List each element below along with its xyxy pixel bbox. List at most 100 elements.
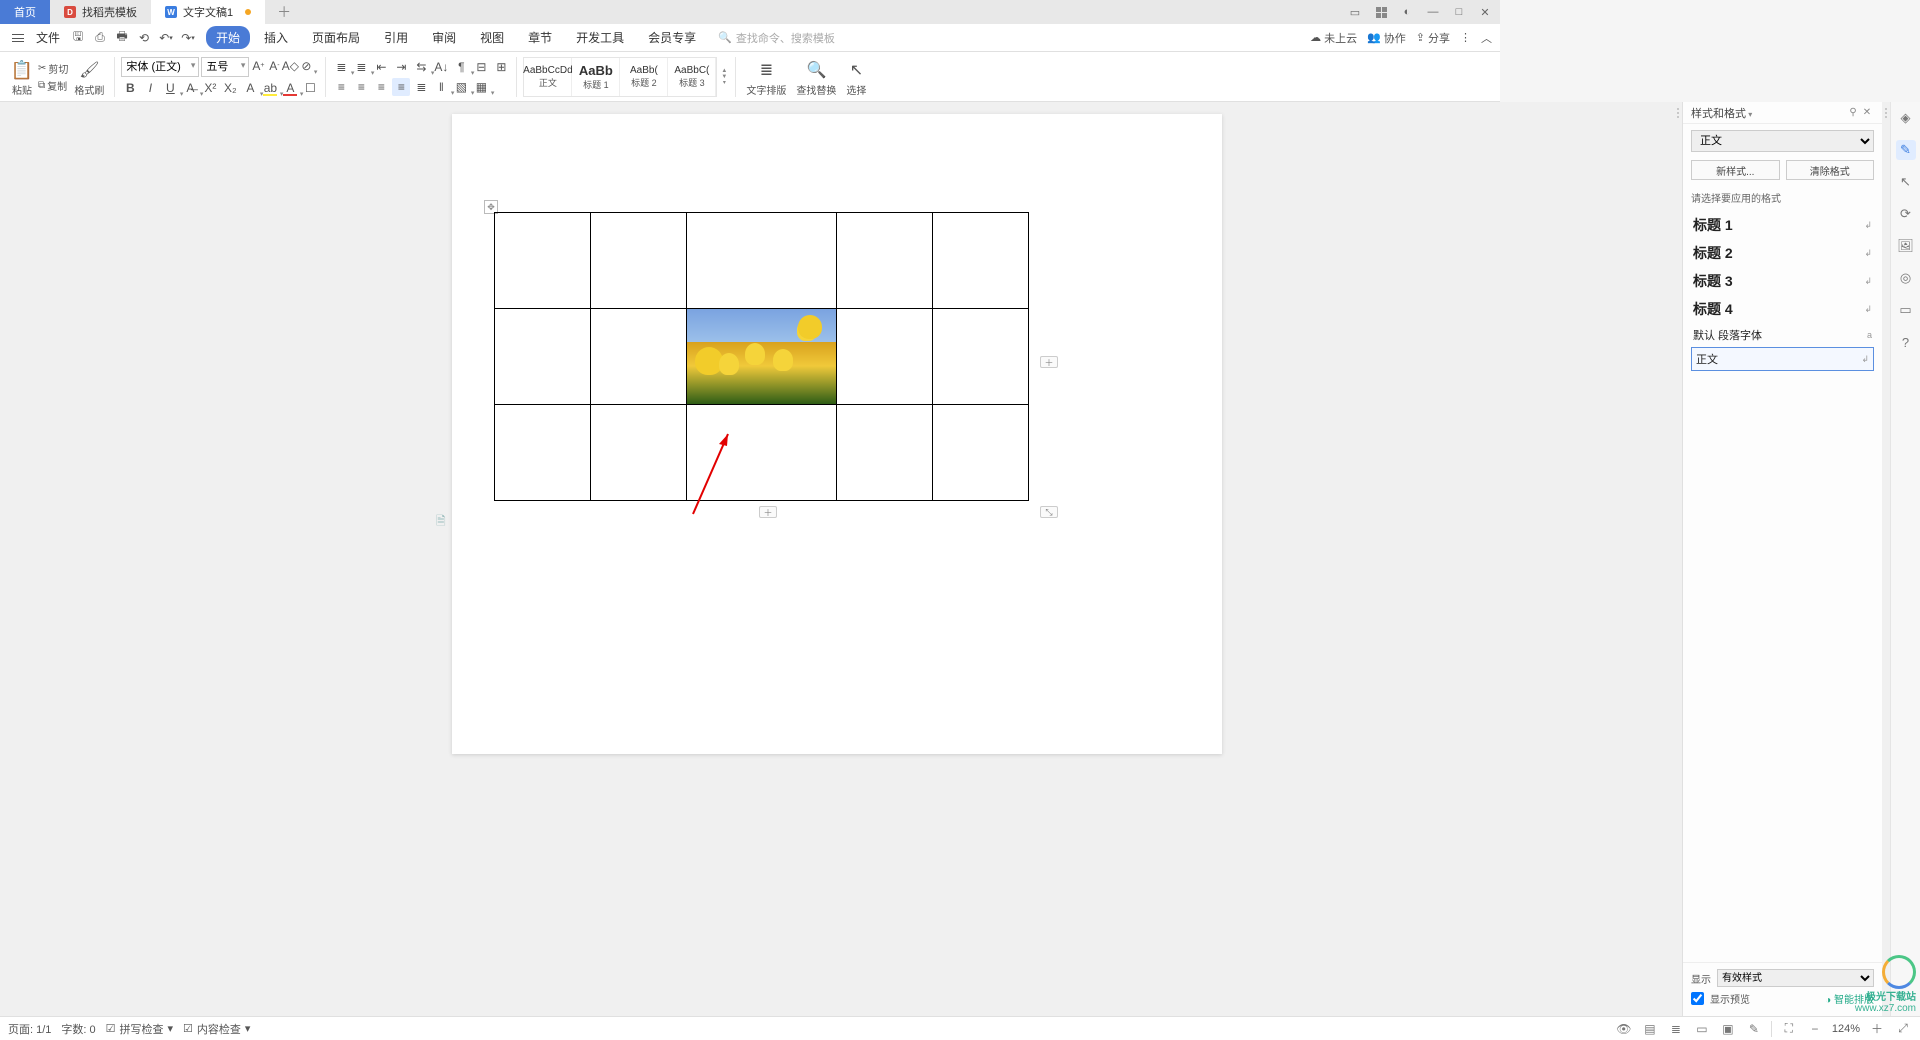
subscript-icon[interactable]: X₂ — [221, 79, 239, 97]
redo-icon[interactable]: ↷▾ — [178, 28, 198, 48]
menu-icon[interactable] — [8, 28, 28, 48]
undo-icon[interactable]: ↶▾ — [156, 28, 176, 48]
clear-format-icon[interactable]: A◇ — [283, 57, 297, 75]
tool-sync-icon[interactable]: ⟳ — [1896, 204, 1916, 224]
new-style-button[interactable]: 新样式... — [1691, 160, 1780, 180]
page-nav-icon[interactable]: 🗎 — [436, 512, 446, 533]
shrink-font-icon[interactable]: A- — [267, 57, 281, 75]
save-icon[interactable]: 🖫 — [68, 28, 88, 48]
layout-icon[interactable]: ▭ — [1346, 3, 1364, 21]
decrease-indent-icon[interactable]: ⇤ — [372, 58, 390, 76]
collapse-ribbon-icon[interactable]: ︿ — [1481, 30, 1492, 46]
ribbon-tab-references[interactable]: 引用 — [374, 26, 418, 49]
panel-drag-handle[interactable] — [1674, 102, 1682, 1016]
text-effects-icon[interactable]: A▾ — [241, 79, 259, 97]
strip-drag-handle[interactable] — [1882, 102, 1890, 1016]
ribbon-tab-view[interactable]: 视图 — [470, 26, 514, 49]
zoom-out-button[interactable]: − — [1806, 1020, 1824, 1038]
clear-format-button[interactable]: 清除格式 — [1786, 160, 1875, 180]
skin-icon[interactable]: ◐ — [1398, 3, 1416, 21]
view-draft-icon[interactable]: ✎ — [1745, 1020, 1763, 1038]
change-case-icon[interactable]: ⊘▾ — [299, 57, 313, 75]
align-justify-icon[interactable]: ≡ — [392, 78, 410, 96]
view-eye-icon[interactable]: 👁 — [1615, 1020, 1633, 1038]
char-border-icon[interactable]: ☐ — [301, 79, 319, 97]
status-spellcheck[interactable]: ☑ 拼写检查 ▾ — [106, 1021, 173, 1037]
grow-font-icon[interactable]: A+ — [251, 57, 265, 75]
paste-label[interactable]: 粘贴 — [12, 82, 32, 97]
copy-button[interactable]: ⧉ 复制 — [38, 78, 68, 93]
fit-icon[interactable]: ⛶ — [1780, 1020, 1798, 1038]
tool-clip-icon[interactable]: 🖼 — [1896, 236, 1916, 256]
status-contentcheck[interactable]: ☑ 内容检查 ▾ — [183, 1021, 250, 1037]
table-add-row-button[interactable]: ＋ — [759, 506, 777, 518]
font-name-select[interactable]: 宋体 (正文) — [121, 57, 199, 77]
align-center-icon[interactable]: ≡ — [352, 78, 370, 96]
print-icon[interactable]: 🖶 — [112, 28, 132, 48]
style-gallery[interactable]: AaBbCcDd正文 AaBb标题 1 AaBb(标题 2 AaBbC(标题 3 — [523, 57, 717, 97]
tool-help-icon[interactable]: ? — [1896, 332, 1916, 352]
style-row-h2[interactable]: 标题 2↲ — [1691, 239, 1874, 267]
show-marks-icon[interactable]: ¶▾ — [452, 58, 470, 76]
show-preview-checkbox[interactable] — [1691, 992, 1704, 1005]
style-item-h2[interactable]: AaBb(标题 2 — [620, 58, 668, 96]
find-replace-label[interactable]: 查找替换 — [796, 82, 836, 97]
ribbon-tab-sections[interactable]: 章节 — [518, 26, 562, 49]
command-search[interactable]: 查找命令、搜索模板 — [718, 30, 835, 46]
more-icon[interactable]: ⋮ — [1460, 31, 1471, 44]
highlight-color-icon[interactable]: ab▾ — [261, 79, 279, 97]
style-item-body[interactable]: AaBbCcDd正文 — [524, 58, 572, 96]
panel-close-icon[interactable]: ✕ — [1860, 107, 1874, 118]
file-menu[interactable]: 文件 — [30, 29, 66, 46]
shading-icon[interactable]: ▧▾ — [452, 78, 470, 96]
select-icon[interactable]: ↖ — [847, 61, 865, 79]
tool-location-icon[interactable]: ◎ — [1896, 268, 1916, 288]
close-button[interactable]: ✕ — [1476, 3, 1494, 21]
align-left-icon[interactable]: ≡ — [332, 78, 350, 96]
tulip-image[interactable] — [687, 309, 836, 404]
view-web-icon[interactable]: ▣ — [1719, 1020, 1737, 1038]
style-row-h1[interactable]: 标题 1↲ — [1691, 211, 1874, 239]
style-gallery-scroll[interactable]: ▲▼▾ — [719, 68, 729, 86]
print-preview-icon[interactable]: ⎙ — [90, 28, 110, 48]
ribbon-tab-start[interactable]: 开始 — [206, 26, 250, 49]
styles-panel-title[interactable]: 样式和格式 — [1691, 105, 1846, 121]
italic-icon[interactable]: I — [141, 79, 159, 97]
status-page[interactable]: 页面: 1/1 — [8, 1021, 51, 1037]
document-viewport[interactable]: ✥ ＋ ＋ ⤡ 🗎 — [0, 102, 1674, 1016]
style-row-body[interactable]: 正文↲ — [1691, 347, 1874, 371]
show-filter-select[interactable]: 有效样式 — [1717, 969, 1874, 987]
paste-icon[interactable]: 📋 — [13, 61, 31, 79]
collaborate-button[interactable]: 👥 协作 — [1367, 30, 1406, 46]
document-table[interactable] — [494, 212, 1029, 501]
tab-document[interactable]: W 文字文稿1 — [151, 0, 265, 24]
line-spacing-icon[interactable]: ‖▾ — [432, 78, 450, 96]
tabs-icon[interactable]: ⇆▾ — [412, 58, 430, 76]
increase-indent-icon[interactable]: ⇥ — [392, 58, 410, 76]
ribbon-tab-vip[interactable]: 会员专享 — [638, 26, 706, 49]
bullets-icon[interactable]: ≣▾ — [332, 58, 350, 76]
bold-icon[interactable]: B — [121, 79, 139, 97]
font-size-select[interactable]: 五号 — [201, 57, 249, 77]
maximize-button[interactable]: □ — [1450, 3, 1468, 21]
apps-icon[interactable] — [1372, 3, 1390, 21]
new-tab-button[interactable]: ＋ — [265, 2, 303, 22]
cloud-status[interactable]: ☁ 未上云 — [1310, 30, 1357, 46]
text-layout-icon[interactable]: ≣ — [757, 61, 775, 79]
style-row-h3[interactable]: 标题 3↲ — [1691, 267, 1874, 295]
style-row-default-font[interactable]: 默认 段落字体a — [1691, 323, 1874, 347]
pin-icon[interactable]: ⚲ — [1846, 107, 1860, 118]
tab-templates[interactable]: D 找稻壳模板 — [50, 0, 151, 24]
numbering-icon[interactable]: ≣▾ — [352, 58, 370, 76]
zoom-level[interactable]: 124% — [1832, 1023, 1860, 1035]
ribbon-tab-layout[interactable]: 页面布局 — [302, 26, 370, 49]
tool-diamond-icon[interactable]: ◈ — [1896, 108, 1916, 128]
align-distribute-icon[interactable]: ≣ — [412, 78, 430, 96]
minimize-button[interactable]: — — [1424, 3, 1442, 21]
ribbon-tab-review[interactable]: 审阅 — [422, 26, 466, 49]
ribbon-tab-insert[interactable]: 插入 — [254, 26, 298, 49]
font-color-icon[interactable]: A▾ — [281, 79, 299, 97]
find-replace-icon[interactable]: 🔍 — [807, 61, 825, 79]
view-read-icon[interactable]: ▭ — [1693, 1020, 1711, 1038]
tool-book-icon[interactable]: ▭ — [1896, 300, 1916, 320]
